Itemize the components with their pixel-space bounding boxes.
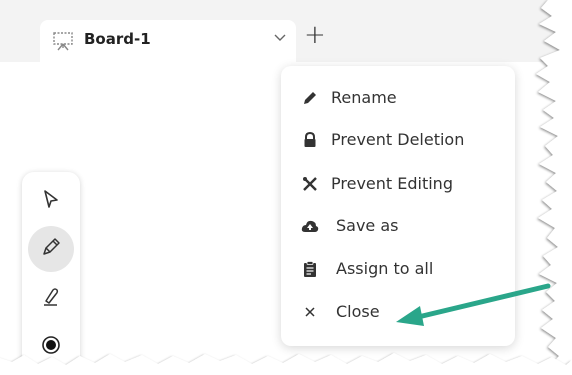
add-tab-button[interactable]: + — [304, 22, 326, 48]
tab-title: Board-1 — [84, 30, 151, 48]
menu-item-label: Prevent Deletion — [331, 130, 465, 149]
pencil-icon — [301, 89, 319, 107]
whiteboard-icon — [52, 31, 74, 51]
menu-item-label: Save as — [336, 216, 399, 235]
close-icon — [301, 303, 319, 321]
pencil-icon — [40, 236, 62, 262]
menu-item-rename[interactable]: Rename — [281, 78, 515, 118]
cloud-upload-icon — [301, 217, 319, 235]
annotation-arrow — [396, 283, 551, 326]
menu-item-label: Prevent Editing — [331, 174, 453, 193]
pencil-tool[interactable] — [28, 226, 74, 272]
chevron-down-icon[interactable] — [274, 31, 286, 46]
clipboard-icon — [301, 260, 319, 278]
menu-item-label: Close — [336, 302, 380, 321]
menu-item-label: Assign to all — [336, 259, 434, 278]
menu-item-label: Rename — [331, 88, 397, 107]
lock-icon — [301, 131, 319, 149]
drawing-toolbar — [22, 172, 80, 375]
board-tab[interactable]: Board-1 — [40, 20, 296, 62]
menu-item-save-as[interactable]: Save as — [281, 206, 515, 246]
highlighter-icon — [40, 286, 62, 312]
menu-item-prevent-deletion[interactable]: Prevent Deletion — [281, 120, 515, 160]
tab-bar: Board-1 + — [0, 0, 572, 62]
color-tool[interactable] — [28, 324, 74, 370]
select-tool[interactable] — [28, 178, 74, 224]
crossed-tools-icon — [301, 175, 319, 193]
menu-item-prevent-editing[interactable]: Prevent Editing — [281, 164, 515, 204]
highlighter-tool[interactable] — [28, 276, 74, 322]
screenshot: Board-1 + Rename Prevent Deletion Preven… — [0, 0, 572, 375]
color-dot-icon — [40, 334, 62, 360]
cursor-arrow-icon — [40, 188, 62, 214]
